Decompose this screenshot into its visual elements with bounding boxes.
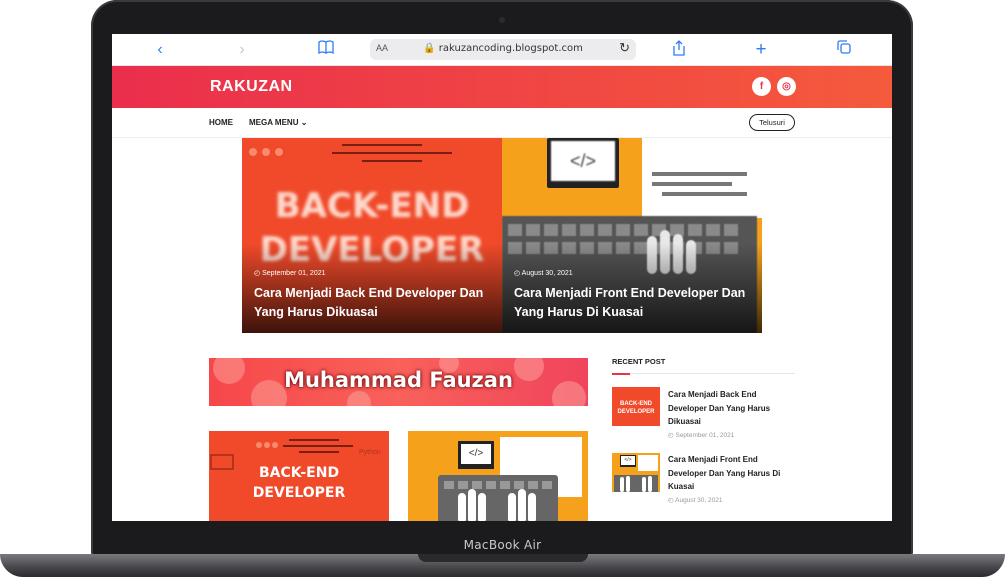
recent-post-title-2[interactable]: Cara Menjadi Front End Developer Dan Yan…: [668, 453, 794, 494]
card-corner-text: Python: [359, 449, 381, 456]
main-nav: HOME MEGA MENU ⌄ Telusuri: [112, 108, 892, 138]
recent-post-heading: RECENT POST: [612, 357, 666, 366]
browser-toolbar: ‹ › AA 🔒 rakuzancoding.blogspot.com ↻ +: [112, 34, 892, 66]
browser-screen: ‹ › AA 🔒 rakuzancoding.blogspot.com ↻ +: [112, 34, 892, 521]
camera-icon: [499, 17, 505, 23]
tabs-icon[interactable]: [833, 40, 855, 60]
post-date: ◴ August 30, 2021: [514, 270, 573, 277]
thumb-text-1a: BACK-END: [620, 401, 652, 407]
featured-post-2[interactable]: </> ◴ August 30, 2021 Cara Menjadi Front…: [502, 138, 762, 333]
site-logo[interactable]: RAKUZAN: [210, 78, 293, 96]
recent-post-date-2: ◴ August 30, 2021: [668, 497, 723, 504]
nav-mega-menu[interactable]: MEGA MENU ⌄: [249, 118, 307, 127]
url-text: rakuzancoding.blogspot.com: [438, 43, 583, 54]
reload-icon[interactable]: ↻: [619, 40, 630, 56]
author-banner: Muhammad Fauzan: [209, 358, 588, 406]
thumb-code-2: </>: [621, 456, 635, 465]
featured-image-text-1a: BACK-END: [274, 186, 470, 226]
facebook-icon[interactable]: f: [752, 77, 771, 96]
instagram-icon[interactable]: ◎: [777, 77, 796, 96]
recent-post-date-1: ◴ September 01, 2021: [668, 432, 735, 439]
forward-icon[interactable]: ›: [231, 40, 253, 60]
url-display: 🔒 rakuzancoding.blogspot.com: [370, 43, 636, 54]
recent-post-thumb-1[interactable]: BACK-END DEVELOPER: [612, 387, 660, 426]
code-screen: </>: [551, 141, 615, 181]
recent-post-thumb-2[interactable]: </>: [612, 453, 660, 492]
site-header: RAKUZAN f ◎: [112, 66, 892, 108]
post-card-1[interactable]: Python BACK-END DEVELOPER: [209, 431, 389, 521]
share-icon[interactable]: [668, 40, 690, 60]
lock-icon: 🔒: [423, 43, 436, 54]
nav-home[interactable]: HOME: [209, 118, 233, 127]
bookmarks-icon[interactable]: [315, 40, 337, 60]
card-image-text-1b: DEVELOPER: [252, 485, 346, 501]
macbook-mockup: ‹ › AA 🔒 rakuzancoding.blogspot.com ↻ +: [0, 0, 1005, 577]
post-card-2[interactable]: </>: [408, 431, 588, 521]
new-tab-icon[interactable]: +: [750, 40, 772, 60]
address-bar[interactable]: AA 🔒 rakuzancoding.blogspot.com ↻: [370, 39, 636, 60]
banner-text: Muhammad Fauzan: [284, 368, 513, 392]
featured-title-2[interactable]: Cara Menjadi Front End Developer Dan Yan…: [514, 284, 749, 322]
search-button[interactable]: Telusuri: [749, 114, 795, 131]
featured-title-1[interactable]: Cara Menjadi Back End Developer Dan Yang…: [254, 284, 489, 322]
recent-post-title-1[interactable]: Cara Menjadi Back End Developer Dan Yang…: [668, 388, 794, 429]
featured-post-1[interactable]: BACK-END DEVELOPER ◴ September 01, 2021 …: [242, 138, 502, 333]
window-dots: [248, 144, 288, 156]
post-date: ◴ September 01, 2021: [254, 270, 326, 277]
back-icon[interactable]: ‹: [149, 40, 171, 60]
laptop-notch: [418, 554, 588, 562]
chevron-down-icon: ⌄: [300, 118, 308, 127]
device-label: MacBook Air: [463, 538, 542, 552]
thumb-text-1b: DEVELOPER: [617, 409, 655, 415]
nav-mega-menu-label: MEGA MENU: [249, 118, 299, 127]
card-image-text-1a: BACK-END: [258, 465, 340, 481]
